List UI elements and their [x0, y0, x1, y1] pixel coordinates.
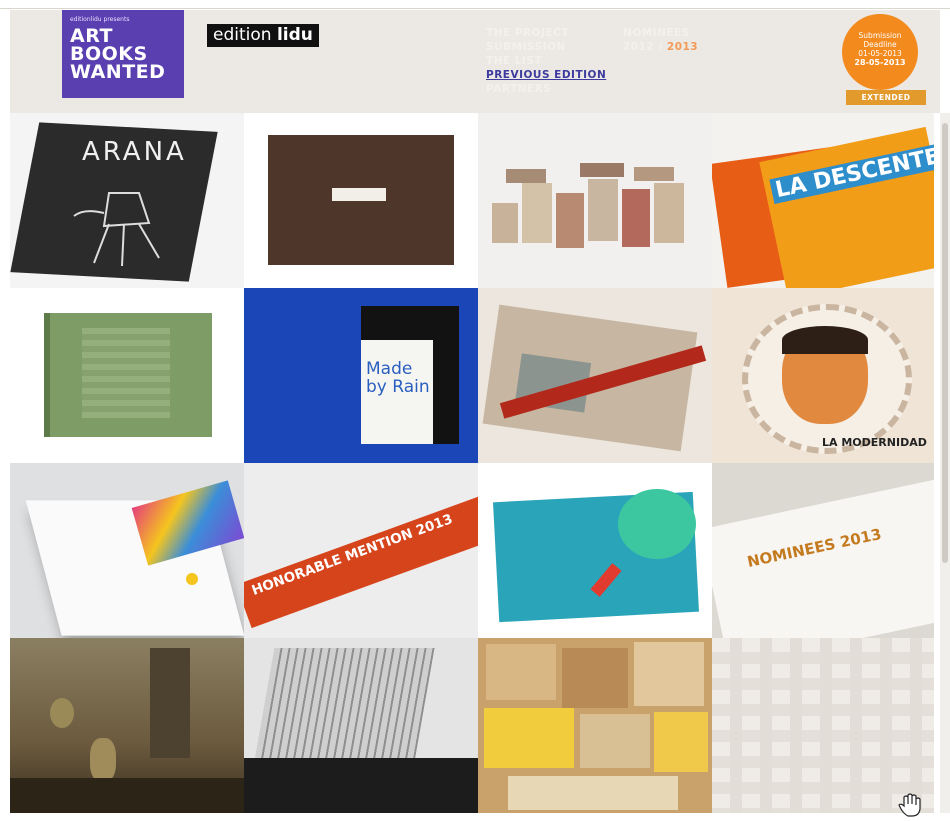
package-3 — [634, 642, 704, 706]
tile-made-by-rain[interactable]: Made by Rain — [244, 288, 478, 463]
green-book-pattern — [82, 328, 170, 418]
package-7 — [508, 776, 678, 810]
package-2 — [562, 648, 628, 708]
frida-hair — [782, 326, 868, 354]
rabbits-book-earth — [618, 489, 696, 559]
nav-the-project[interactable]: THE PROJECT — [486, 26, 606, 40]
badge-old-date: 01-05-2013 — [858, 49, 902, 58]
art-books-wanted-logo[interactable]: editionlidu presents ART BOOKS WANTED — [62, 10, 184, 98]
nav-year-2013[interactable]: 2013 — [667, 41, 698, 53]
package-6 — [654, 712, 708, 772]
edition-lidu-logo[interactable]: edition lidu — [207, 24, 319, 47]
white-book-yellow-dot — [186, 573, 198, 585]
edition-lidu-left: edition — [213, 25, 272, 45]
tile-white-book[interactable] — [10, 463, 244, 638]
tile-rabbits-book[interactable] — [478, 463, 712, 638]
tile-faded-grid[interactable] — [712, 638, 934, 813]
extended-ribbon: EXTENDED — [846, 90, 926, 105]
tile-la-descente[interactable]: LA DESCENTE — [712, 113, 934, 288]
deadline-badge[interactable]: Submission Deadline 01-05-2013 28-05-201… — [842, 14, 918, 90]
nominees-card — [712, 479, 934, 638]
presents-line: editionlidu presents — [70, 16, 130, 23]
top-border — [0, 0, 950, 9]
nav-nominees[interactable]: NOMINEES — [623, 26, 698, 40]
badge-new-date: 28-05-2013 — [854, 58, 906, 67]
nominees-nav: NOMINEES 2012 / 2013 — [623, 26, 698, 54]
nav-submission[interactable]: SUBMISSION — [486, 40, 606, 54]
package-5 — [580, 714, 650, 768]
machinarium-robot-1 — [50, 698, 74, 728]
machinarium-tower — [150, 648, 190, 758]
paper-building-model — [253, 648, 435, 768]
brown-book-label — [332, 188, 386, 201]
made-by-rain-title: Made by Rain — [366, 359, 430, 397]
nav-year-2012[interactable]: 2012 — [623, 41, 654, 53]
nav-the-list[interactable]: THE LIST — [486, 54, 606, 68]
white-book-pattern — [131, 480, 244, 566]
hand-cursor-icon — [898, 793, 921, 817]
badge-line-1: Submission — [858, 31, 902, 40]
book-grid: ARANA LA DESCENTE Made by Rain LA MODERN… — [10, 113, 934, 813]
badge-line-2: Deadline — [863, 40, 897, 49]
tile-packages[interactable] — [478, 638, 712, 813]
tile-brown-book[interactable] — [244, 113, 478, 288]
tile-nominees-2013[interactable]: NOMINEES 2013 — [712, 463, 934, 638]
edition-lidu-right: lidu — [276, 25, 313, 45]
logo-line-3: WANTED — [70, 61, 166, 83]
paper-cutouts-art — [492, 163, 684, 248]
tile-machinarium[interactable] — [10, 638, 244, 813]
nav-partners[interactable]: PARTNERS — [486, 82, 606, 96]
tile-frida-book[interactable]: LA MODERNIDAD — [712, 288, 934, 463]
arana-figure-drawing — [73, 192, 160, 267]
machinarium-robot-2 — [90, 738, 116, 782]
vertical-scrollbar[interactable] — [940, 113, 950, 813]
package-1 — [486, 644, 556, 700]
scrollbar-thumb[interactable] — [942, 123, 948, 563]
year-separator: / — [658, 41, 663, 53]
machinarium-ground — [10, 778, 244, 813]
tile-paper-cutouts[interactable] — [478, 113, 712, 288]
tile-red-string-book[interactable] — [478, 288, 712, 463]
main-nav: THE PROJECT SUBMISSION THE LIST PREVIOUS… — [486, 26, 606, 96]
nav-previous-edition[interactable]: PREVIOUS EDITION — [486, 68, 606, 82]
paper-building-base — [244, 758, 478, 813]
arana-title: ARANA — [82, 137, 187, 167]
faded-thumbnails-pattern — [712, 638, 934, 813]
tile-paper-building[interactable] — [244, 638, 478, 813]
frida-book-title: LA MODERNIDAD — [822, 436, 927, 449]
tile-arana[interactable]: ARANA — [10, 113, 244, 288]
site-header: editionlidu presents ART BOOKS WANTED ed… — [10, 10, 940, 113]
package-4 — [484, 708, 574, 768]
tile-green-book[interactable] — [10, 288, 244, 463]
tile-honorable-mention[interactable]: HONORABLE MENTION 2013 — [244, 463, 478, 638]
